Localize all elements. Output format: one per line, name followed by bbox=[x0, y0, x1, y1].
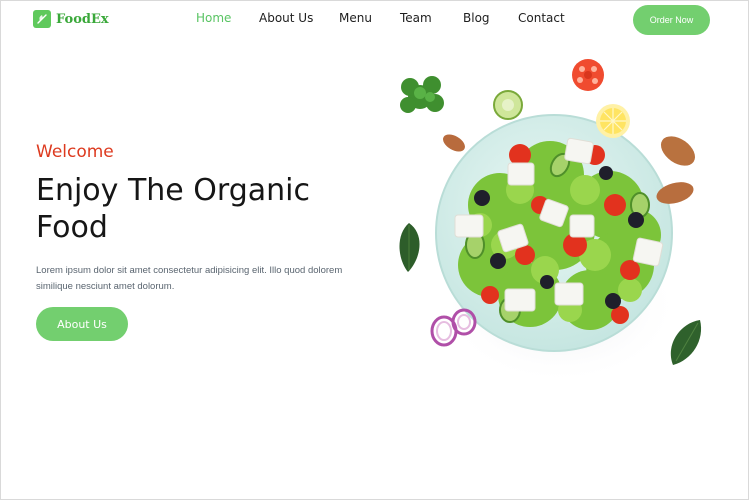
hero-description: Lorem ipsum dolor sit amet consectetur a… bbox=[36, 265, 343, 292]
hero-eyebrow: Welcome bbox=[36, 142, 114, 162]
nav-contact[interactable]: Contact bbox=[518, 11, 565, 25]
order-now-button[interactable]: Order Now bbox=[633, 5, 710, 35]
about-us-button[interactable]: About Us bbox=[36, 307, 128, 341]
nav-team[interactable]: Team bbox=[400, 11, 432, 25]
leaf-logo-icon bbox=[33, 10, 51, 28]
nav-blog[interactable]: Blog bbox=[463, 11, 490, 25]
navbar: FoodEx Home About Us Menu Team Blog Cont… bbox=[0, 0, 747, 40]
salad-bowl-illustration bbox=[399, 59, 702, 385]
nav-home[interactable]: Home bbox=[196, 11, 231, 25]
nav-menu[interactable]: Menu bbox=[339, 11, 372, 25]
nav-about-us[interactable]: About Us bbox=[259, 11, 313, 25]
brand-logo[interactable]: FoodEx bbox=[33, 10, 109, 28]
brand-name: FoodEx bbox=[56, 11, 109, 27]
hero-title: Enjoy The Organic Food bbox=[36, 173, 310, 245]
